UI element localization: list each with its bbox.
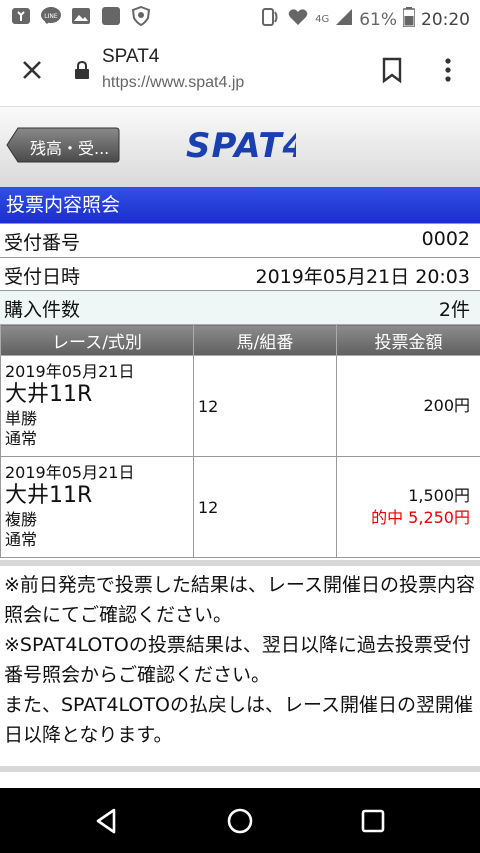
- notes-section: ※前日発売で投票した結果は、レース開催日の投票内容照会にてご確認ください。 ※S…: [0, 560, 480, 766]
- info-label: 購入件数: [4, 299, 81, 321]
- system-nav-bar: [0, 788, 480, 853]
- next-section-divider: [0, 766, 480, 788]
- table-header-row: レース/式別 馬/組番 投票金額: [0, 324, 480, 356]
- section-title: 投票内容照会: [0, 187, 480, 223]
- info-value: 2件: [438, 299, 470, 321]
- tie-icon: [10, 5, 32, 27]
- column-header: 馬/組番: [193, 324, 337, 356]
- bet-mode: 通常: [5, 530, 38, 549]
- note-text: また、SPAT4LOTOの払戻しは、レース開催日の翌開催日以降となります。: [4, 694, 473, 746]
- race-cell: 2019年05月21日 大井11R 単勝 通常: [0, 355, 194, 457]
- back-nav-icon[interactable]: [92, 806, 122, 836]
- race-date: 2019年05月21日: [5, 463, 135, 482]
- square-icon: [100, 5, 122, 27]
- race-name: 大井11R: [5, 382, 93, 407]
- signal-icon: [335, 8, 353, 31]
- back-button-label: 残高・受...: [30, 139, 110, 158]
- clock: 20:20: [421, 9, 470, 30]
- battery-icon: [402, 7, 416, 32]
- network-type: 4G: [315, 14, 330, 25]
- url-text[interactable]: https://www.spat4.jp: [102, 74, 244, 92]
- home-nav-icon[interactable]: [225, 806, 255, 836]
- info-row-receipt-number: 受付番号 0002: [0, 223, 480, 257]
- spat4-logo[interactable]: SPAT4: [186, 125, 306, 169]
- shield-icon: [130, 5, 152, 27]
- bet-amount-cell: 200円: [336, 355, 480, 457]
- bet-amount-cell: 1,500円 的中 5,250円: [336, 456, 480, 558]
- info-label: 受付番号: [4, 232, 81, 254]
- horse-number: 12: [193, 456, 337, 558]
- lock-icon: [74, 60, 90, 80]
- race-date: 2019年05月21日: [5, 362, 135, 381]
- column-header: レース/式別: [0, 324, 194, 356]
- more-menu-icon[interactable]: [438, 56, 458, 84]
- back-button[interactable]: 残高・受...: [6, 127, 120, 163]
- bet-type: 単勝: [5, 409, 38, 428]
- race-cell: 2019年05月21日 大井11R 複勝 通常: [0, 456, 194, 558]
- recents-nav-icon[interactable]: [358, 806, 388, 836]
- info-label: 受付日時: [4, 266, 81, 288]
- info-value: 0002: [421, 228, 470, 250]
- line-icon: LINE: [40, 5, 62, 27]
- note-text: ※前日発売で投票した結果は、レース開催日の投票内容照会にてご確認ください。: [4, 574, 475, 626]
- svg-text:LINE: LINE: [44, 13, 58, 20]
- info-value: 2019年05月21日 20:03: [255, 266, 470, 288]
- status-bar: LINE 4G 61% 20:20: [0, 0, 480, 34]
- heart-signal-icon: [287, 6, 309, 33]
- battery-percent: 61%: [359, 9, 397, 30]
- close-icon[interactable]: [18, 56, 46, 84]
- table-row: 2019年05月21日 大井11R 単勝 通常 12 200円: [0, 355, 480, 457]
- site-title: SPAT4: [102, 46, 160, 67]
- info-row-purchase-count: 購入件数 2件: [0, 290, 480, 324]
- info-row-receipt-datetime: 受付日時 2019年05月21日 20:03: [0, 257, 480, 291]
- bet-amount: 1,500円: [408, 486, 470, 505]
- browser-toolbar: SPAT4 https://www.spat4.jp: [0, 34, 480, 107]
- image-icon: [70, 5, 92, 27]
- note-text: ※SPAT4LOTOの投票結果は、翌日以降に過去投票受付番号照会からご確認くださ…: [4, 634, 471, 686]
- race-name: 大井11R: [5, 483, 93, 508]
- table-row: 2019年05月21日 大井11R 複勝 通常 12 1,500円 的中 5,2…: [0, 456, 480, 558]
- bet-table: レース/式別 馬/組番 投票金額 2019年05月21日 大井11R 単勝 通常…: [0, 324, 480, 558]
- horse-number: 12: [193, 355, 337, 457]
- nfc-icon: [259, 6, 281, 33]
- site-banner: 残高・受... SPAT4: [0, 107, 480, 187]
- bet-amount: 200円: [423, 396, 470, 415]
- bookmark-icon[interactable]: [380, 56, 404, 84]
- logo-text: SPAT4: [186, 126, 296, 165]
- hit-payout: 的中 5,250円: [371, 508, 470, 527]
- bet-type: 複勝: [5, 510, 38, 529]
- column-header: 投票金額: [336, 324, 480, 356]
- bet-mode: 通常: [5, 429, 38, 448]
